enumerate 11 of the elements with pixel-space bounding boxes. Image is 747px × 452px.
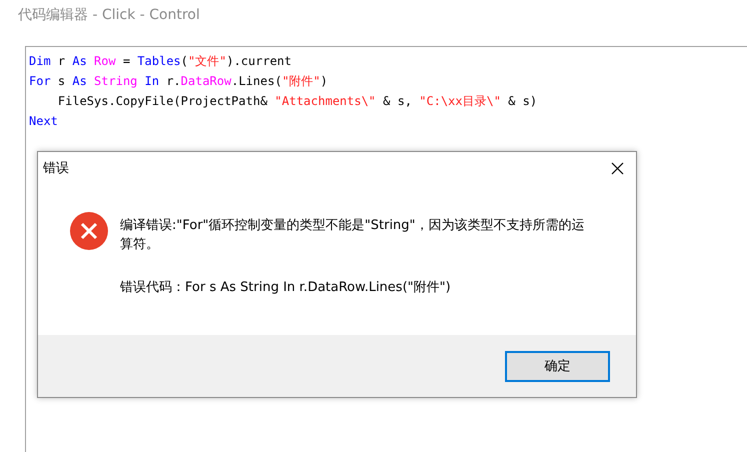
error-message: 编译错误:"For"循环控制变量的类型不能是"String"，因为该类型不支持所需的运算符。 <box>120 217 586 254</box>
ok-button[interactable]: 确定 <box>505 350 610 382</box>
close-icon[interactable] <box>611 162 624 174</box>
code-line: For s As String In r.DataRow.Lines("附件") <box>29 73 329 90</box>
code-line: FileSys.CopyFile(ProjectPath& "Attachments\" & s, "C:\xx目录\" & s) <box>56 93 538 110</box>
error-icon <box>70 212 108 250</box>
code-line: Dim r As Row = Tables("文件").current <box>29 53 292 70</box>
code-line: Next <box>29 113 59 130</box>
dialog-title: 错误 <box>43 160 69 177</box>
error-code: 错误代码：For s As String In r.DataRow.Lines("附件") <box>120 279 452 297</box>
window-title: 代码编辑器 - Click - Control <box>18 6 200 24</box>
